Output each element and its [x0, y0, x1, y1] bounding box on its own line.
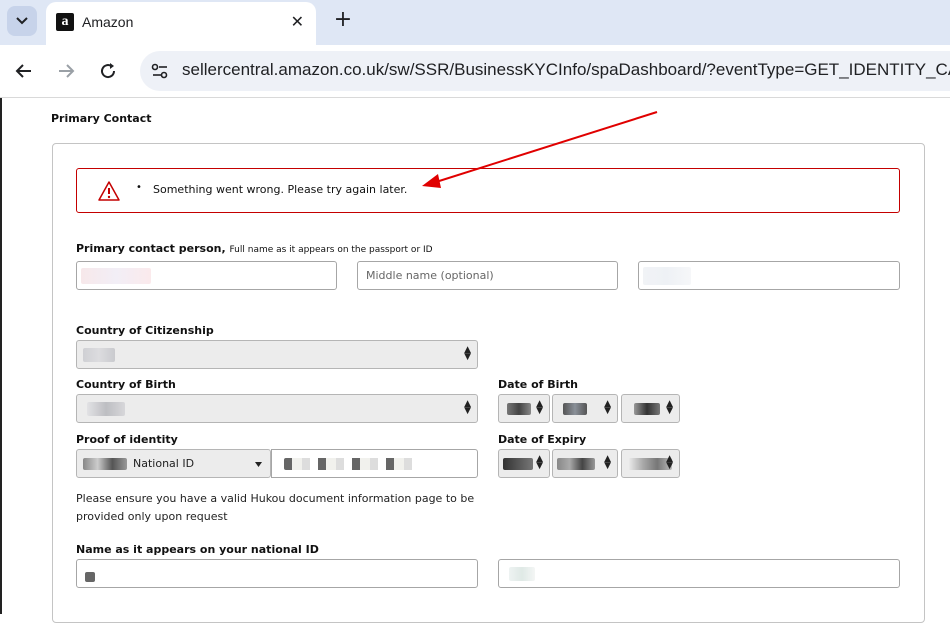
- annotation-arrow: [422, 111, 658, 188]
